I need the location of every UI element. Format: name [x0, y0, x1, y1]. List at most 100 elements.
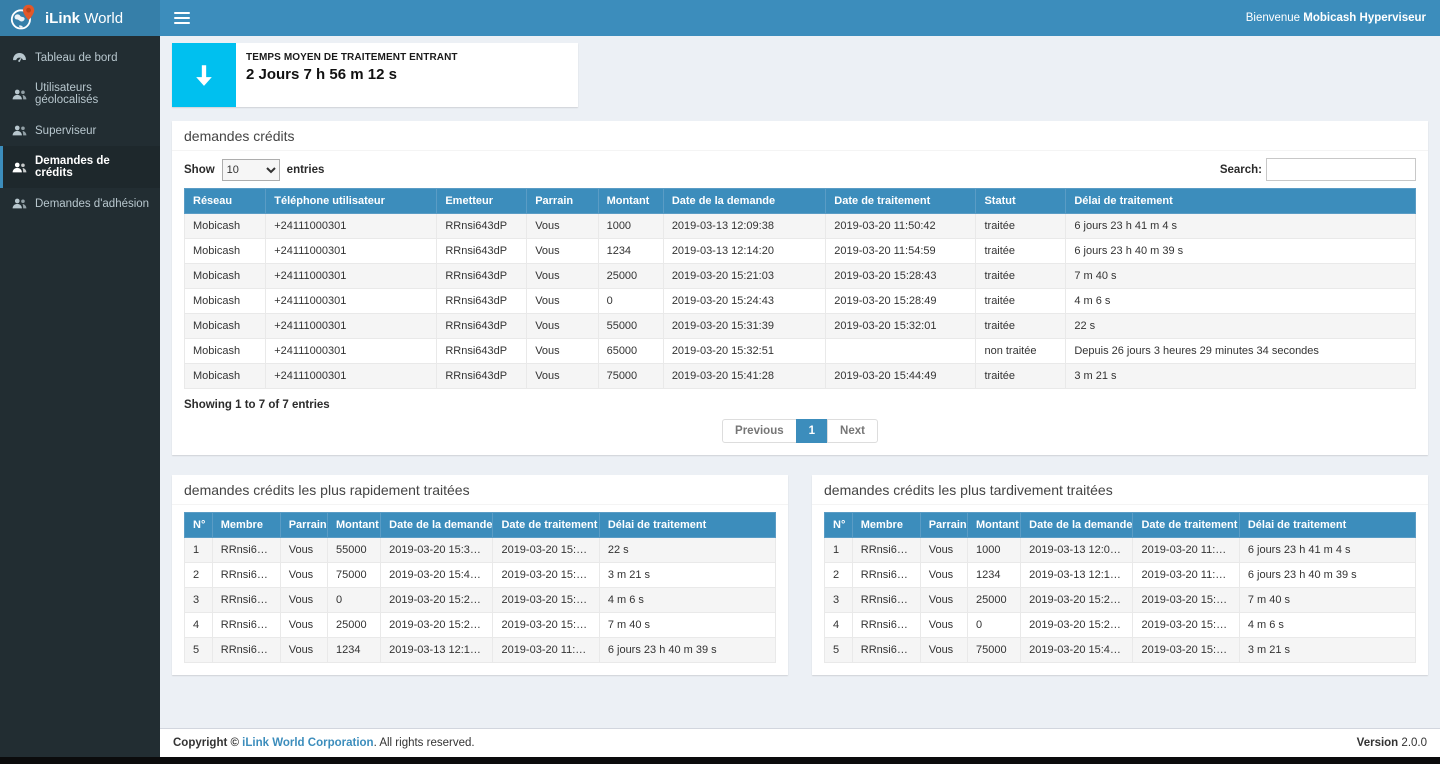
- column-header[interactable]: Montant: [598, 189, 663, 214]
- panel-demandes-credits: demandes crédits Show 10 entries Search:: [172, 121, 1428, 455]
- table-cell: 6 jours 23 h 40 m 39 s: [1066, 239, 1416, 264]
- column-header[interactable]: Membre: [852, 513, 920, 538]
- table-row: Mobicash+24111000301RRnsi643dPVous650002…: [185, 339, 1416, 364]
- table-cell: 2019-03-20 15:44:49: [1133, 638, 1239, 663]
- column-header[interactable]: Date de la demande: [663, 189, 825, 214]
- table-cell: 55000: [327, 538, 380, 563]
- table-cell: +24111000301: [266, 314, 437, 339]
- table-cell: +24111000301: [266, 214, 437, 239]
- table-cell: RRnsi643dP: [212, 538, 280, 563]
- table-row: 1RRnsi643dPVous10002019-03-13 12:09:3820…: [825, 538, 1416, 563]
- table-cell: 3 m 21 s: [1066, 364, 1416, 389]
- table-cell: RRnsi643dP: [212, 638, 280, 663]
- table-cell: 1234: [327, 638, 380, 663]
- table-row: Mobicash+24111000301RRnsi643dPVous123420…: [185, 239, 1416, 264]
- table-cell: 3: [825, 588, 853, 613]
- pagination-previous-button[interactable]: Previous: [722, 419, 797, 443]
- table-row: Mobicash+24111000301RRnsi643dPVous550002…: [185, 314, 1416, 339]
- column-header[interactable]: Parrain: [527, 189, 598, 214]
- column-header[interactable]: Date de traitement: [1133, 513, 1239, 538]
- sidebar-item-demandes-adhesion[interactable]: Demandes d'adhésion: [0, 188, 160, 219]
- pagination-page-1-button[interactable]: 1: [796, 419, 828, 443]
- users-group-icon: [12, 197, 27, 210]
- table-cell: RRnsi643dP: [437, 364, 527, 389]
- column-header[interactable]: Délai de traitement: [1066, 189, 1416, 214]
- panel-tardivement-traitees: demandes crédits les plus tardivement tr…: [812, 475, 1428, 675]
- column-header[interactable]: Date de traitement: [826, 189, 976, 214]
- table-cell: Mobicash: [185, 364, 266, 389]
- table-cell: 6 jours 23 h 41 m 4 s: [1239, 538, 1415, 563]
- column-header[interactable]: Parrain: [920, 513, 967, 538]
- table-cell: 2019-03-20 15:21:03: [663, 264, 825, 289]
- company-link[interactable]: iLink World Corporation: [242, 737, 373, 749]
- welcome-message: Bienvenue Mobicash Hyperviseur: [1246, 12, 1426, 24]
- column-header[interactable]: Emetteur: [437, 189, 527, 214]
- table-cell: Vous: [527, 314, 598, 339]
- table-row: 4RRnsi643dPVous02019-03-20 15:24:432019-…: [825, 613, 1416, 638]
- sidebar-item-label: Superviseur: [35, 125, 96, 137]
- table-row: Mobicash+24111000301RRnsi643dPVous02019-…: [185, 289, 1416, 314]
- sidebar: Tableau de bord Utilisateurs géolocalisé…: [0, 36, 160, 757]
- table-cell: 7 m 40 s: [1066, 264, 1416, 289]
- column-header[interactable]: Montant: [967, 513, 1020, 538]
- sidebar-item-tableau-de-bord[interactable]: Tableau de bord: [0, 42, 160, 73]
- pagination: Previous 1 Next: [722, 419, 878, 443]
- page-length-select[interactable]: 10: [222, 159, 280, 181]
- column-header[interactable]: Montant: [327, 513, 380, 538]
- table-cell: 2019-03-20 15:28:43: [826, 264, 976, 289]
- table-cell: Mobicash: [185, 289, 266, 314]
- column-header[interactable]: Membre: [212, 513, 280, 538]
- table-cell: Vous: [280, 588, 327, 613]
- table-cell: 4 m 6 s: [599, 588, 775, 613]
- sidebar-item-demandes-de-credits[interactable]: Demandes de crédits: [0, 146, 160, 188]
- table-cell: 1: [825, 538, 853, 563]
- table-cell: 2019-03-13 12:14:20: [663, 239, 825, 264]
- column-header[interactable]: N°: [825, 513, 853, 538]
- table-cell: RRnsi643dP: [852, 638, 920, 663]
- table-cell: 75000: [327, 563, 380, 588]
- column-header[interactable]: Réseau: [185, 189, 266, 214]
- table-cell: [826, 339, 976, 364]
- column-header[interactable]: Date de la demande: [381, 513, 493, 538]
- table-cell: 2019-03-20 15:28:43: [493, 613, 599, 638]
- table-row: Mobicash+24111000301RRnsi643dPVous750002…: [185, 364, 1416, 389]
- table-cell: 22 s: [599, 538, 775, 563]
- stat-value: 2 Jours 7 h 56 m 12 s: [246, 66, 458, 83]
- table-cell: Vous: [527, 264, 598, 289]
- table-cell: 2019-03-20 15:24:43: [381, 588, 493, 613]
- pagination-next-button[interactable]: Next: [827, 419, 878, 443]
- search-input[interactable]: [1266, 158, 1416, 181]
- table-cell: 75000: [967, 638, 1020, 663]
- column-header[interactable]: Téléphone utilisateur: [266, 189, 437, 214]
- sidebar-item-superviseur[interactable]: Superviseur: [0, 115, 160, 146]
- sidebar-item-utilisateurs-geolocalises[interactable]: Utilisateurs géolocalisés: [0, 73, 160, 115]
- tardivement-traitees-table: N°MembreParrainMontantDate de la demande…: [824, 512, 1416, 663]
- table-cell: 1000: [598, 214, 663, 239]
- column-header[interactable]: Délai de traitement: [599, 513, 775, 538]
- table-cell: Mobicash: [185, 339, 266, 364]
- table-cell: Vous: [280, 538, 327, 563]
- table-cell: 1234: [967, 563, 1020, 588]
- table-cell: Vous: [920, 563, 967, 588]
- hamburger-icon[interactable]: [174, 12, 190, 24]
- table-cell: RRnsi643dP: [437, 214, 527, 239]
- column-header[interactable]: Date de la demande: [1021, 513, 1133, 538]
- table-cell: 2019-03-13 12:09:38: [663, 214, 825, 239]
- table-cell: 2019-03-20 15:44:49: [493, 563, 599, 588]
- column-header[interactable]: Parrain: [280, 513, 327, 538]
- table-cell: 2019-03-20 15:21:03: [381, 613, 493, 638]
- table-cell: 3 m 21 s: [1239, 638, 1415, 663]
- table-cell: +24111000301: [266, 239, 437, 264]
- column-header[interactable]: Statut: [976, 189, 1066, 214]
- column-header[interactable]: N°: [185, 513, 213, 538]
- table-cell: traitée: [976, 239, 1066, 264]
- column-header[interactable]: Délai de traitement: [1239, 513, 1415, 538]
- table-row: 5RRnsi643dPVous750002019-03-20 15:41:282…: [825, 638, 1416, 663]
- table-cell: Vous: [527, 239, 598, 264]
- table-cell: Depuis 26 jours 3 heures 29 minutes 34 s…: [1066, 339, 1416, 364]
- column-header[interactable]: Date de traitement: [493, 513, 599, 538]
- panel-rapidement-traitees: demandes crédits les plus rapidement tra…: [172, 475, 788, 675]
- table-row: 2RRnsi643dPVous12342019-03-13 12:14:2020…: [825, 563, 1416, 588]
- brand-logo[interactable]: iLink World: [0, 0, 160, 36]
- table-cell: 2019-03-20 15:32:01: [493, 538, 599, 563]
